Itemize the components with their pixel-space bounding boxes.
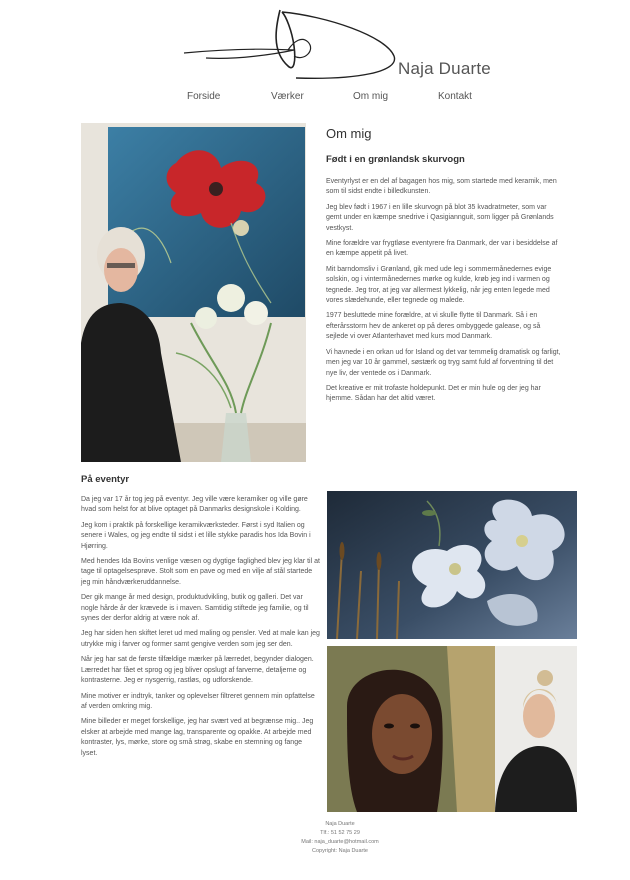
- adventure-paragraph: Da jeg var 17 år tog jeg på eventyr. Jeg…: [81, 496, 308, 514]
- adventure-paragraph: Mine billeder er meget forskellige, jeg …: [81, 718, 314, 757]
- adventure-paragraph: Jeg kom i praktik på forskellige keramik…: [81, 521, 311, 550]
- nav-kontakt[interactable]: Kontakt: [438, 91, 472, 102]
- footer-copyright: Copyright: Naja Duarte: [312, 848, 368, 854]
- about-paragraph: Mine forældre var frygtløse eventyrere f…: [326, 240, 558, 258]
- footer: Naja Duarte Tlf.: 51 52 75 29 Mail: naja…: [0, 820, 630, 856]
- about-paragraph: Mit barndomsliv i Grønland, gik med ude …: [326, 265, 552, 305]
- footer-email[interactable]: Mail: naja_duarte@hotmail.com: [0, 838, 630, 847]
- about-paragraph: Eventyrlyst er en del af bagagen hos mig…: [326, 178, 557, 196]
- footer-name: Naja Duarte: [325, 821, 355, 827]
- about-text: Eventyrlyst er en del af bagagen hos mig…: [326, 177, 564, 410]
- adventure-title: På eventyr: [81, 474, 130, 485]
- nav-om-mig[interactable]: Om mig: [353, 91, 388, 102]
- artist-portrait-photo: [81, 123, 306, 462]
- footer-phone: Tlf.: 51 52 75 29: [320, 830, 360, 836]
- about-paragraph: Jeg blev født i 1967 i en lille skurvogn…: [326, 203, 554, 232]
- adventure-paragraph: Jeg har siden hen skiftet leret ud med m…: [81, 630, 320, 648]
- nav-vaerker[interactable]: Værker: [271, 91, 304, 102]
- about-title: Om mig: [326, 126, 372, 141]
- about-subtitle: Født i en grønlandsk skurvogn: [326, 154, 465, 165]
- nav-forside[interactable]: Forside: [187, 91, 220, 102]
- adventure-paragraph: Mine motiver er indtryk, tanker og oplev…: [81, 692, 315, 710]
- about-paragraph: Vi havnede i en orkan ud for Island og d…: [326, 348, 561, 377]
- about-paragraph: Det kreative er mit trofaste holdepunkt.…: [326, 384, 541, 403]
- adventure-text: Da jeg var 17 år tog jeg på eventyr. Jeg…: [81, 495, 320, 764]
- adventure-paragraph: Med hendes Ida Bovins venlige væsen og d…: [81, 558, 320, 586]
- adventure-paragraph: Der gik mange år med design, produktudvi…: [81, 594, 309, 623]
- brand-name[interactable]: Naja Duarte: [398, 59, 491, 79]
- signature-logo[interactable]: [176, 6, 406, 86]
- white-flowers-painting: [327, 491, 577, 639]
- studio-painting-photo: [327, 646, 577, 812]
- about-paragraph: 1977 besluttede mine forældre, at vi sku…: [326, 312, 541, 341]
- adventure-paragraph: Når jeg har sat de første tilfældige mær…: [81, 656, 314, 685]
